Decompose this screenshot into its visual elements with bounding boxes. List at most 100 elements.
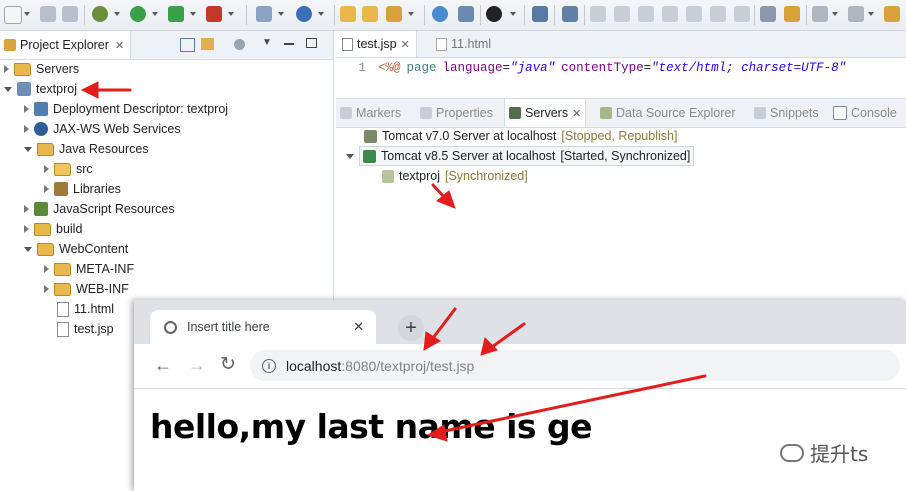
reload-icon[interactable]: ↻: [220, 353, 236, 376]
external-tools-icon[interactable]: [206, 6, 222, 22]
tree-item-build[interactable]: build: [24, 219, 82, 239]
snippets-icon: [754, 107, 766, 119]
code-line[interactable]: 1 <%@ page language = "java" contentType = "…: [336, 59, 906, 77]
attr-name: contentType: [561, 61, 644, 75]
close-tab-icon[interactable]: ✕: [353, 319, 364, 335]
forward-icon[interactable]: [884, 6, 900, 22]
run-config-icon[interactable]: [168, 6, 184, 22]
globe-icon[interactable]: [432, 6, 448, 22]
debug-icon[interactable]: [92, 6, 108, 22]
tree-label: JAX-WS Web Services: [53, 122, 181, 136]
module-row-textproj[interactable]: textproj [Synchronized]: [382, 166, 528, 186]
tree-item-libraries[interactable]: Libraries: [44, 179, 121, 199]
tree-item-11-html[interactable]: 11.html: [57, 299, 114, 319]
jsp-file-icon: [57, 321, 69, 337]
expand-icon[interactable]: [44, 285, 49, 293]
perspective-icon[interactable]: [486, 6, 502, 22]
tree-label: build: [56, 222, 83, 236]
close-icon[interactable]: ✕: [572, 107, 581, 120]
tree-item-test-jsp[interactable]: test.jsp: [57, 319, 114, 339]
new-class-icon[interactable]: [296, 6, 312, 22]
minimize-icon[interactable]: [284, 43, 294, 45]
tree-item-web-inf[interactable]: WEB-INF: [44, 279, 129, 299]
disconnect-icon[interactable]: [662, 6, 678, 22]
back-arrow-icon[interactable]: ←: [154, 355, 172, 376]
terminal-icon[interactable]: [532, 6, 548, 22]
link-editor-icon[interactable]: [201, 38, 214, 50]
expand-icon[interactable]: [24, 205, 29, 213]
step-over-icon[interactable]: [710, 6, 726, 22]
pin-icon[interactable]: [562, 6, 578, 22]
tree-item-webcontent[interactable]: WebContent: [24, 239, 128, 259]
save-all-icon[interactable]: [62, 6, 78, 22]
tab-servers[interactable]: Servers ✕: [504, 99, 587, 127]
back-icon[interactable]: [848, 6, 864, 22]
web-browser-icon[interactable]: [458, 6, 474, 22]
expand-icon[interactable]: [24, 125, 29, 133]
expand-icon[interactable]: [24, 105, 29, 113]
run-icon[interactable]: [130, 6, 146, 22]
resume-icon[interactable]: [590, 6, 606, 22]
filter-icon[interactable]: [234, 39, 245, 50]
tree-item-javascript-resources[interactable]: JavaScript Resources: [24, 199, 175, 219]
maximize-icon[interactable]: [306, 38, 317, 48]
tab-properties[interactable]: Properties: [420, 99, 493, 127]
tab-project-explorer[interactable]: Project Explorer ✕: [0, 31, 132, 59]
collapse-icon[interactable]: [4, 86, 12, 92]
close-icon[interactable]: ✕: [115, 39, 124, 52]
html-file-icon: [436, 37, 447, 51]
terminate-icon[interactable]: [638, 6, 654, 22]
expand-icon[interactable]: [44, 165, 49, 173]
open-task-icon[interactable]: [362, 6, 378, 22]
deployment-descriptor-icon: [34, 102, 48, 116]
new-icon[interactable]: [4, 6, 22, 24]
close-icon[interactable]: ✕: [401, 38, 410, 51]
expand-icon[interactable]: [44, 265, 49, 273]
step-return-icon[interactable]: [734, 6, 750, 22]
server-row-tomcat85[interactable]: Tomcat v8.5 Server at localhost [Started…: [346, 146, 695, 166]
tab-label: Properties: [436, 106, 493, 120]
tab-markers[interactable]: Markers: [340, 99, 401, 127]
folder-icon: [54, 282, 71, 296]
new-server-icon[interactable]: [256, 6, 272, 22]
next-annotation-icon[interactable]: [784, 6, 800, 22]
attr-value: "text/html; charset=UTF-8": [651, 61, 847, 75]
save-icon[interactable]: [40, 6, 56, 22]
previous-edit-icon[interactable]: [812, 6, 828, 22]
tree-label: Libraries: [73, 182, 121, 196]
expand-icon[interactable]: [4, 65, 9, 73]
open-type-icon[interactable]: [340, 6, 356, 22]
editor-tab-test-jsp[interactable]: test.jsp ✕: [336, 31, 417, 57]
tree-item-servers[interactable]: Servers: [4, 59, 79, 79]
view-menu-icon[interactable]: ▼: [262, 37, 272, 48]
tree-item-meta-inf[interactable]: META-INF: [44, 259, 134, 279]
tree-item-deployment-descriptor[interactable]: Deployment Descriptor: textproj: [24, 99, 228, 119]
tree-item-src[interactable]: src: [44, 159, 93, 179]
new-tab-button[interactable]: +: [398, 315, 424, 341]
server-row-tomcat7[interactable]: Tomcat v7.0 Server at localhost [Stopped…: [364, 126, 677, 146]
data-source-icon: [600, 107, 612, 119]
suspend-icon[interactable]: [614, 6, 630, 22]
editor-tab-11-html[interactable]: 11.html: [430, 31, 497, 57]
info-icon[interactable]: i: [262, 358, 276, 373]
tab-label: Snippets: [770, 106, 819, 120]
collapse-icon[interactable]: [24, 146, 32, 152]
forward-arrow-icon[interactable]: →: [188, 355, 206, 376]
expand-icon[interactable]: [44, 185, 49, 193]
tree-item-jaxws[interactable]: JAX-WS Web Services: [24, 119, 181, 139]
selected-server[interactable]: Tomcat v8.5 Server at localhost [Started…: [359, 146, 695, 166]
tree-item-java-resources[interactable]: Java Resources: [24, 139, 149, 159]
collapse-icon[interactable]: [24, 246, 32, 252]
search-icon[interactable]: [386, 6, 402, 22]
tab-console[interactable]: Console: [833, 99, 897, 127]
tab-data-source-explorer[interactable]: Data Source Explorer: [600, 99, 736, 127]
annotation-icon[interactable]: [760, 6, 776, 22]
collapse-all-icon[interactable]: [180, 38, 195, 52]
tree-item-textproj[interactable]: textproj: [4, 79, 77, 99]
browser-tab[interactable]: Insert title here ✕: [150, 310, 376, 344]
step-into-icon[interactable]: [686, 6, 702, 22]
tab-snippets[interactable]: Snippets: [754, 99, 819, 127]
collapse-icon[interactable]: [346, 153, 354, 159]
expand-icon[interactable]: [24, 225, 29, 233]
address-bar[interactable]: i localhost:8080/textproj/test.jsp: [250, 350, 900, 381]
